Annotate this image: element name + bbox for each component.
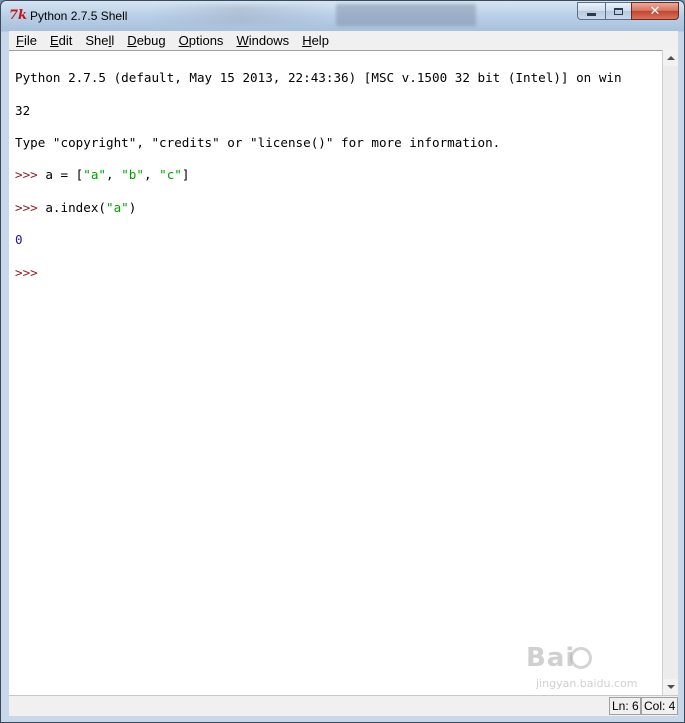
tk-app-icon[interactable]: 7k (9, 8, 27, 24)
menu-debug[interactable]: Debug (120, 31, 171, 50)
code-text: a = [ (45, 167, 84, 183)
menu-file-mnemonic: F (16, 33, 24, 48)
code-text: a.index( (45, 199, 107, 215)
menu-shell[interactable]: Shell (78, 31, 120, 50)
vertical-scrollbar[interactable] (662, 50, 678, 695)
menu-debug-mnemonic: D (127, 33, 137, 48)
menu-windows[interactable]: Windows (229, 31, 295, 50)
status-line-number: Ln: 6 (609, 697, 641, 715)
code-text: , (143, 167, 160, 183)
blurred-background-tab (336, 4, 476, 26)
code-text: ] (181, 167, 190, 183)
close-icon: ✕ (649, 3, 661, 19)
blurred-background (151, 5, 331, 25)
command-line-2: >>> a.index("a") (15, 200, 662, 216)
scroll-down-arrow-icon (666, 685, 675, 689)
shell-text-area[interactable]: Python 2.7.5 (default, May 15 2013, 22:4… (9, 50, 662, 695)
status-column-number: Col: 4 (641, 697, 678, 715)
scroll-up-arrow-icon (666, 56, 675, 60)
command-line-1: >>> a = ["a", "b", "c"] (15, 167, 662, 183)
current-prompt[interactable]: >>> (15, 265, 662, 281)
menu-options-label: ptions (188, 33, 224, 48)
maximize-icon (614, 7, 623, 15)
string-literal: "a" (106, 199, 129, 215)
menu-file[interactable]: File (9, 31, 43, 50)
banner-line-1: Python 2.7.5 (default, May 15 2013, 22:4… (15, 70, 622, 86)
window-title: Python 2.7.5 Shell (30, 9, 128, 23)
minimize-button[interactable] (577, 2, 606, 20)
menu-options[interactable]: Options (172, 31, 230, 50)
menu-help-label: elp (311, 33, 329, 48)
close-button[interactable]: ✕ (631, 2, 679, 20)
menu-edit[interactable]: Edit (43, 31, 78, 50)
menu-help[interactable]: Help (295, 31, 335, 50)
menu-bar: File Edit Shell Debug Options Windows He… (9, 31, 678, 50)
menu-edit-mnemonic: E (49, 33, 59, 48)
string-literal: "a" (83, 167, 107, 183)
menu-shell-label-start: She (85, 33, 109, 48)
menu-file-label: ile (23, 33, 37, 48)
menu-edit-label: dit (58, 33, 73, 48)
status-bar: Ln: 6 Col: 4 (9, 695, 678, 716)
banner-line-3: Type "copyright", "credits" or "license(… (15, 134, 501, 150)
menu-shell-label-end: l (111, 33, 115, 48)
string-literal: "b" (121, 167, 144, 183)
menu-windows-mnemonic: W (236, 33, 249, 48)
string-literal: "c" (159, 167, 182, 183)
title-bar[interactable]: 7k Python 2.7.5 Shell ✕ (1, 1, 684, 31)
menu-help-mnemonic: H (302, 33, 312, 48)
menu-options-mnemonic: O (178, 33, 189, 48)
maximize-button[interactable] (605, 2, 632, 20)
code-text: ) (128, 199, 137, 215)
scroll-down-button[interactable] (663, 679, 678, 695)
prompt: >>> (15, 167, 46, 183)
menu-windows-label: indows (248, 33, 290, 48)
menu-debug-label: ebug (136, 33, 166, 48)
scroll-up-button[interactable] (663, 50, 678, 66)
prompt: >>> (15, 199, 46, 215)
minimize-icon (587, 12, 596, 16)
idle-shell-window: 7k Python 2.7.5 Shell ✕ File Edit Shell … (0, 0, 685, 723)
code-text: , (106, 167, 122, 183)
output-line-1: 0 (15, 232, 23, 248)
banner-line-2: 32 (15, 102, 31, 118)
